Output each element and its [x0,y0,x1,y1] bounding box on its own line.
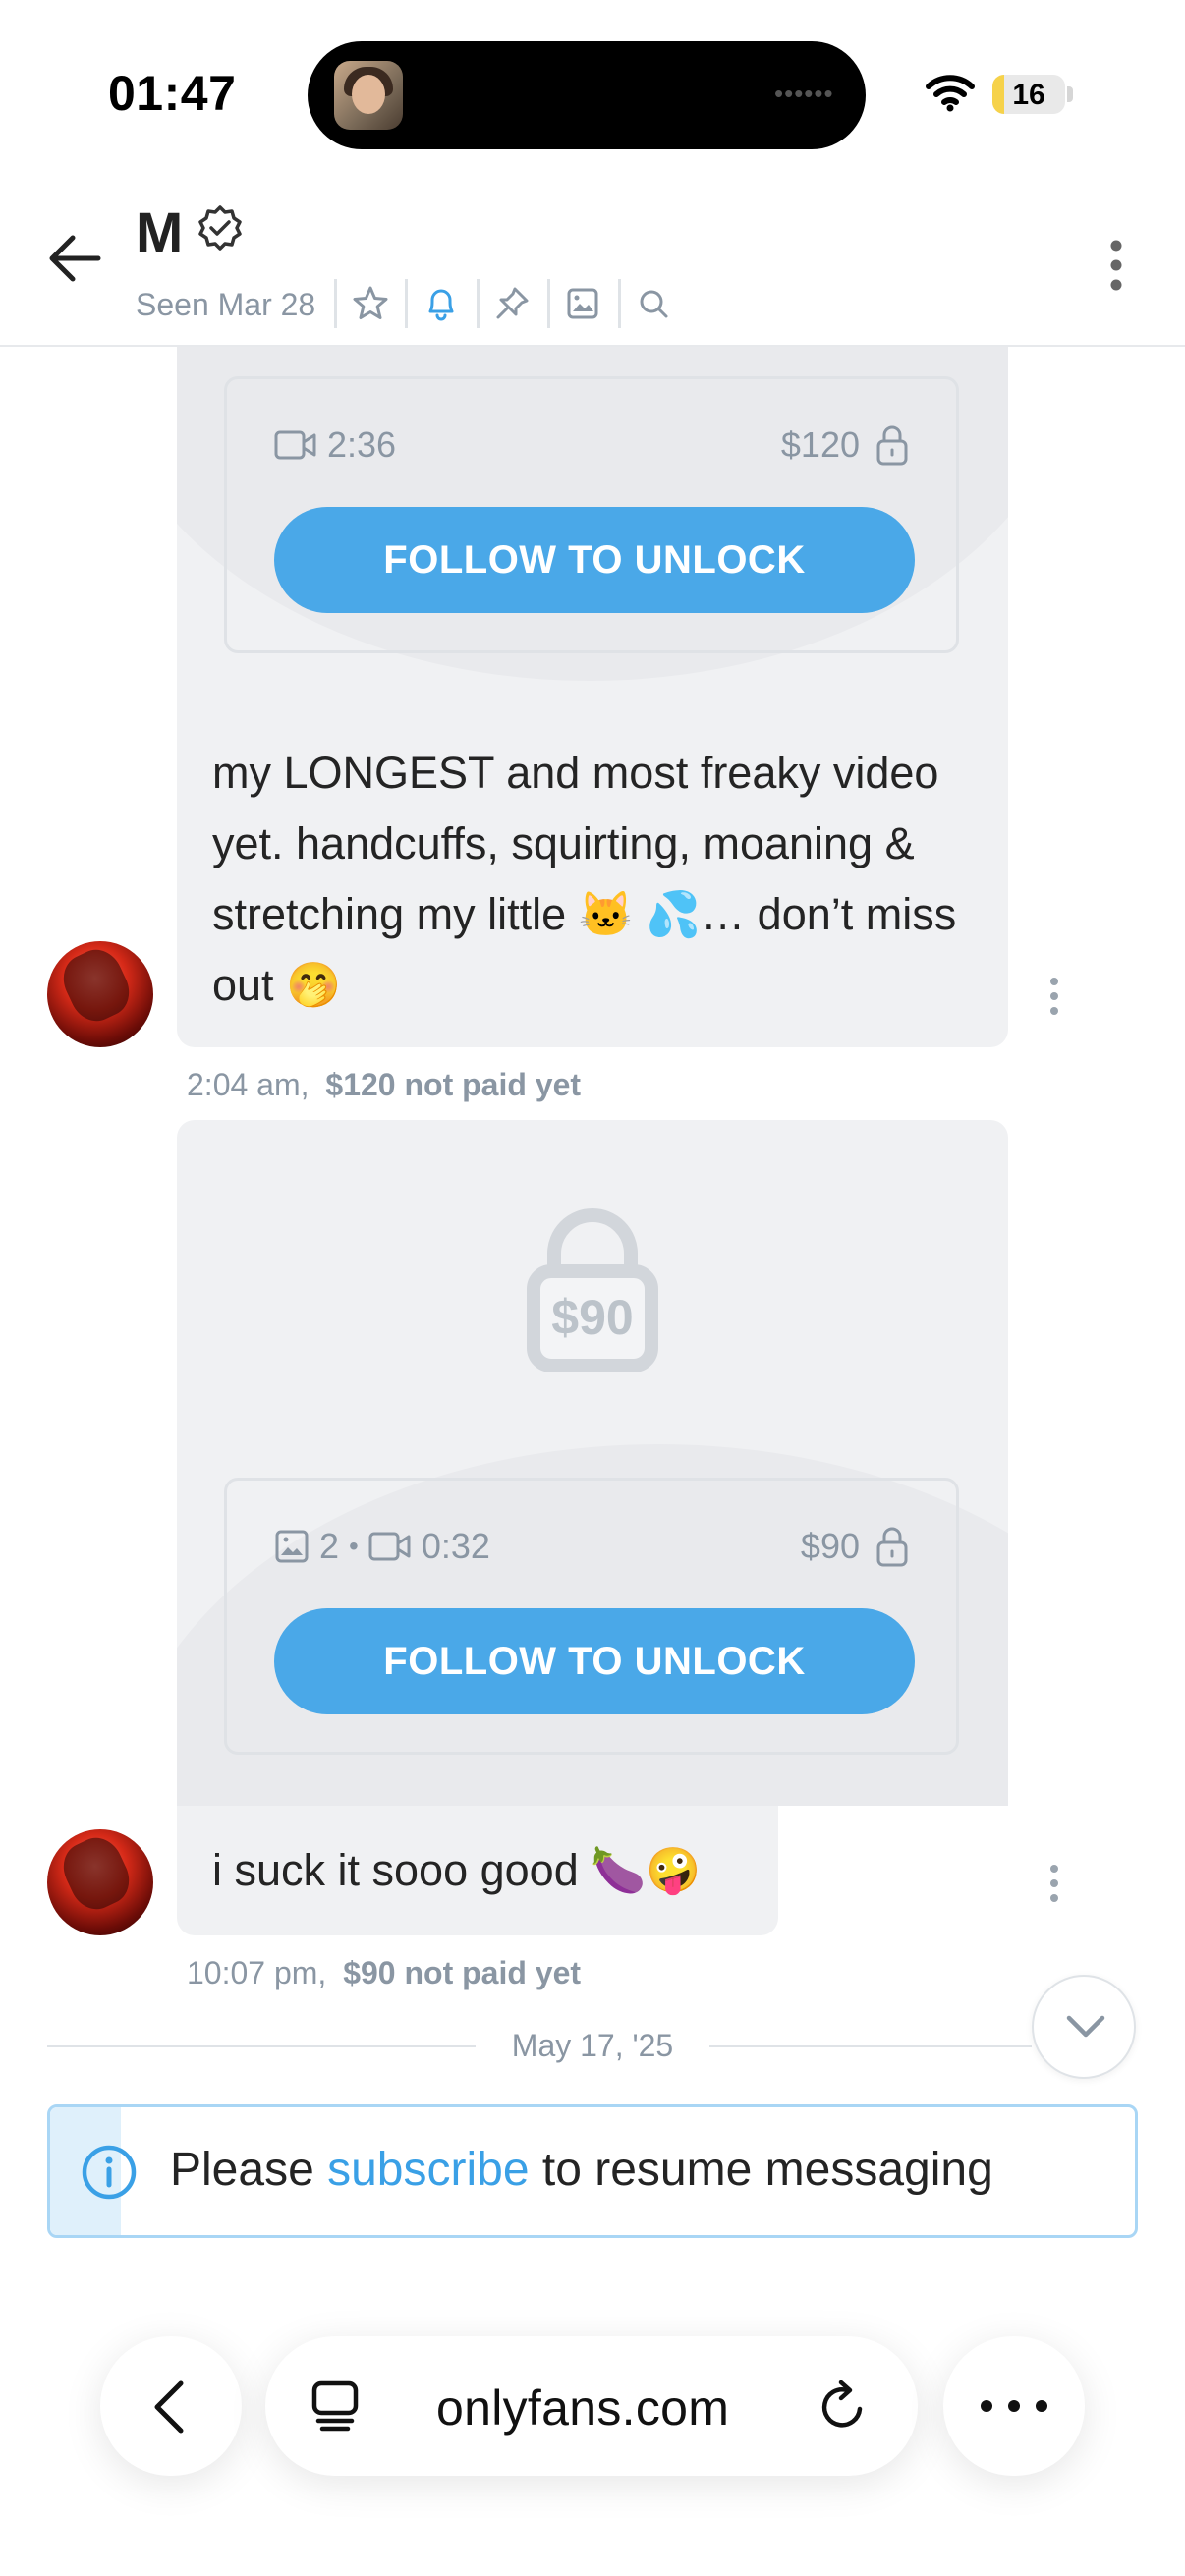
browser-address-bar[interactable]: onlyfans.com [265,2336,918,2476]
message-options-icon[interactable] [1047,1864,1061,1903]
subscribe-text-before: Please [170,2144,328,2196]
message-options-icon[interactable] [1047,977,1061,1016]
browser-more-button[interactable] [943,2336,1085,2476]
sender-avatar[interactable] [47,941,153,1047]
contact-name[interactable]: M [136,200,183,266]
subscribe-message: Please subscribe to resume messaging [170,2143,993,2197]
chevron-left-icon [154,2380,184,2434]
header-divider [618,279,621,328]
header-divider [477,279,480,328]
status-time: 01:47 [108,66,237,121]
message-time: 2:04 am, [187,1067,310,1102]
payment-status: $120 not paid yet [325,1067,582,1102]
message-text: my LONGEST and most freaky video yet. ha… [212,748,957,1010]
message-bubble: my LONGEST and most freaky video yet. ha… [177,708,1008,1047]
image-icon[interactable] [564,285,601,322]
media-price: $120 [780,424,860,465]
lock-icon [876,425,908,466]
tabs-icon[interactable] [310,2380,360,2433]
message-meta: 10:07 pm, $90 not paid yet [187,1955,581,1991]
video-duration: 2:36 [327,424,397,465]
photo-count: 2 [319,1526,340,1566]
date-separator: May 17, '25 [511,2028,674,2063]
separator-dot: • [349,1531,359,1561]
now-playing-avatar [334,61,403,130]
battery-indicator: 16 [992,75,1065,114]
chevron-down-icon [1066,2015,1105,2038]
locked-media-card: $90 2 • 0:32 $90 FOLLOW TO UNLOCK [177,1120,1008,1806]
video-icon [368,1532,411,1561]
battery-percent: 16 [1012,79,1045,111]
message-meta: 2:04 am, $120 not paid yet [187,1067,581,1103]
browser-back-button[interactable] [100,2336,242,2476]
header-divider [547,279,550,328]
media-price: $90 [800,1526,860,1566]
follow-to-unlock-button[interactable]: FOLLOW TO UNLOCK [274,507,915,613]
video-icon [274,430,316,460]
bell-icon[interactable] [423,285,460,322]
battery-cap [1067,86,1073,102]
scroll-to-bottom-button[interactable] [1032,1975,1136,2079]
reload-icon[interactable] [818,2380,869,2433]
video-duration: 0:32 [421,1526,490,1566]
verified-badge-icon [198,205,242,251]
pin-icon[interactable] [493,285,531,322]
more-horizontal-icon [981,2400,1047,2412]
locked-media-card: 2:36 $120 FOLLOW TO UNLOCK [177,347,1008,708]
search-icon[interactable] [635,285,672,322]
more-options-icon[interactable] [1106,240,1126,291]
subscribe-text-after: to resume messaging [529,2144,993,2196]
header-divider [334,279,337,328]
wifi-icon [926,75,975,112]
date-divider-line [709,2045,1032,2047]
message-text: i suck it sooo good 🍆🤪 [212,1845,702,1895]
preview-price: $90 [551,1290,634,1345]
message-time: 10:07 pm, [187,1955,327,1990]
url-text: onlyfans.com [436,2380,730,2436]
star-icon[interactable] [352,285,389,322]
last-seen-text: Seen Mar 28 [136,287,316,322]
subscribe-link[interactable]: subscribe [327,2144,529,2196]
image-icon [275,1530,309,1563]
date-divider-line [47,2045,476,2047]
follow-to-unlock-button[interactable]: FOLLOW TO UNLOCK [274,1608,915,1714]
island-activity-dots: •••••• [774,79,834,108]
lock-icon [876,1527,908,1567]
message-bubble: i suck it sooo good 🍆🤪 [177,1806,778,1935]
locked-content-info: 2 • 0:32 $90 FOLLOW TO UNLOCK [224,1478,959,1755]
locked-content-info: 2:36 $120 FOLLOW TO UNLOCK [224,376,959,653]
info-icon [82,2145,137,2200]
payment-status: $90 not paid yet [343,1955,582,1990]
header-divider [405,279,408,328]
sender-avatar[interactable] [47,1829,153,1935]
subscribe-banner: Please subscribe to resume messaging [47,2104,1138,2238]
back-arrow-icon[interactable] [47,234,102,283]
